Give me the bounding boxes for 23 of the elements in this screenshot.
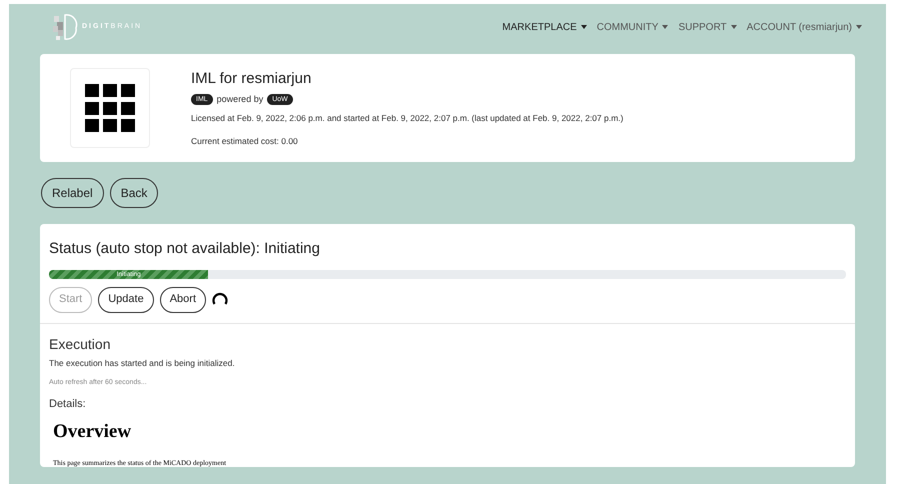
execution-heading: Execution bbox=[49, 334, 112, 354]
details-label: Details: bbox=[49, 396, 87, 412]
caret-icon bbox=[856, 25, 862, 29]
grid-icon bbox=[85, 84, 135, 132]
license-info: Licensed at Feb. 9, 2022, 2:06 p.m. and started at Feb. 9, 2022, 2:07 p.m. (last updated at Feb. 9, 2022, 2:07 p.m.) bbox=[191, 112, 624, 125]
caret-icon bbox=[580, 25, 587, 29]
nav-menu-item[interactable]: SUPPORT bbox=[678, 20, 737, 34]
estimated-cost: Current estimated cost: 0.00 bbox=[191, 135, 299, 148]
caret-icon bbox=[730, 25, 737, 29]
action-button[interactable]: Back bbox=[110, 178, 158, 208]
execution-message: The execution has started and is being initialized. bbox=[49, 356, 236, 370]
app-title: IML for resmiarjun bbox=[191, 69, 312, 90]
nav-menu-item[interactable]: ACCOUNT (resmiarjun) bbox=[746, 20, 862, 34]
status-heading: Status (auto stop not available): Initiating bbox=[49, 239, 321, 259]
caret-icon bbox=[662, 25, 668, 29]
nav-menu-item[interactable]: MARKETPLACE bbox=[502, 20, 587, 34]
brain-logo-icon bbox=[52, 12, 78, 42]
overview-heading: Overview bbox=[53, 420, 132, 444]
status-button[interactable]: Abort bbox=[160, 286, 206, 312]
action-button[interactable]: Relabel bbox=[41, 178, 104, 208]
status-button[interactable]: Update bbox=[98, 286, 154, 312]
powered-by-text: powered by bbox=[216, 92, 264, 106]
nav-menu-item[interactable]: COMMUNITY bbox=[596, 20, 668, 34]
